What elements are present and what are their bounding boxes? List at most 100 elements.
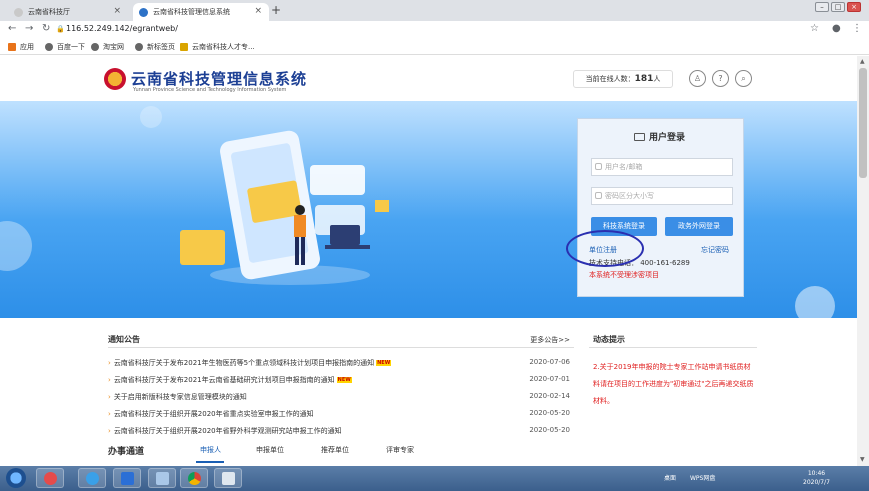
minimize-button[interactable]: – bbox=[815, 2, 829, 12]
bookmark-star-icon[interactable]: ☆ bbox=[810, 23, 819, 34]
taskbar-app[interactable] bbox=[36, 468, 64, 488]
dynamic-tips-title: 动态提示 bbox=[593, 335, 625, 344]
taskbar-app[interactable] bbox=[148, 468, 176, 488]
notice-date: 2020-07-01 bbox=[529, 375, 570, 383]
new-badge: NEW bbox=[376, 360, 392, 366]
emblem-logo bbox=[104, 68, 126, 90]
dynamic-tips-text[interactable]: 2.关于2019年申报的院士专家工作站申请书纸质材料请在项目的工作进度为"初审通… bbox=[593, 359, 755, 410]
help-icon[interactable]: ? bbox=[712, 70, 729, 87]
browser-tab-bar: 云南省科技厅 × 云南省科技管理信息系统 × + – □ × bbox=[0, 0, 869, 21]
tab-review-expert[interactable]: 评审专家 bbox=[386, 445, 414, 455]
site-favicon-icon bbox=[14, 7, 23, 17]
notice-date: 2020-05-20 bbox=[529, 409, 570, 417]
online-label: 当前在线人数： bbox=[585, 75, 635, 83]
new-badge: NEW bbox=[336, 377, 352, 383]
online-count-box: 当前在线人数：181人 bbox=[573, 70, 673, 88]
notice-text: 云南省科技厅关于发布2021年生物医药等5个重点领域科技计划项目申报指南的通知 bbox=[113, 359, 375, 367]
taskbar-app[interactable] bbox=[113, 468, 141, 488]
online-unit: 人 bbox=[653, 75, 661, 83]
browser-tab-2[interactable]: 云南省科技管理信息系统 × bbox=[133, 3, 269, 21]
tab-recommending-unit[interactable]: 推荐单位 bbox=[321, 445, 349, 455]
taskbar-app[interactable] bbox=[78, 468, 106, 488]
login-title-text: 用户登录 bbox=[649, 133, 686, 143]
close-window-button[interactable]: × bbox=[847, 2, 861, 12]
bookmark-taobao[interactable]: 淘宝网 bbox=[91, 42, 124, 52]
gov-login-button[interactable]: 政务外网登录 bbox=[665, 217, 733, 236]
notice-row[interactable]: › 云南省科技厅关于组织开展2020年省重点实验室申报工作的通知 2020-05-… bbox=[108, 409, 574, 424]
tab-label: 云南省科技管理信息系统 bbox=[153, 8, 230, 16]
apps-grid-icon bbox=[8, 43, 16, 51]
bullet-arrow-icon: › bbox=[108, 376, 111, 384]
notice-row[interactable]: › 关于启用新版科技专家信息管理模块的通知 2020-02-14 bbox=[108, 392, 574, 407]
account-icon[interactable]: ● bbox=[832, 23, 841, 34]
bullet-arrow-icon: › bbox=[108, 359, 111, 367]
close-tab-icon[interactable]: × bbox=[254, 6, 262, 16]
vertical-scrollbar[interactable]: ▲ ▼ bbox=[857, 56, 869, 466]
taskbar-app[interactable] bbox=[214, 468, 242, 488]
decor-circle bbox=[140, 106, 162, 128]
notice-row[interactable]: › 云南省科技厅关于发布2021年云南省基础研究计划项目申报指南的通知 NEW 20… bbox=[108, 375, 574, 390]
more-notices-link[interactable]: 更多公告>> bbox=[530, 335, 570, 345]
bookmark-apps[interactable]: 应用 bbox=[8, 42, 34, 52]
tab-applying-unit[interactable]: 申报单位 bbox=[256, 445, 284, 455]
login-title: 用户登录 bbox=[634, 130, 685, 143]
decor-circle bbox=[795, 286, 835, 318]
reload-icon[interactable]: ↻ bbox=[42, 23, 50, 34]
password-input[interactable]: 密码区分大小写 bbox=[591, 187, 733, 205]
lock-icon: 🔒 bbox=[56, 25, 65, 33]
ie-icon bbox=[86, 472, 99, 485]
taskbar-app[interactable] bbox=[180, 468, 208, 488]
forward-arrow-icon[interactable]: → bbox=[25, 23, 33, 34]
bookmark-newtab[interactable]: 新标签页 bbox=[135, 42, 175, 52]
globe-icon bbox=[91, 43, 99, 51]
paint-icon bbox=[222, 472, 235, 485]
site-subtitle: Yunnan Province Science and Technology I… bbox=[133, 87, 287, 93]
close-tab-icon[interactable]: × bbox=[113, 6, 121, 16]
tab-label: 云南省科技厅 bbox=[28, 8, 70, 16]
notice-row[interactable]: › 云南省科技厅关于发布2021年生物医药等5个重点领域科技计划项目申报指南的通知… bbox=[108, 358, 574, 373]
bookmarks-bar: 应用 百度一下 淘宝网 新标签页 云南省科技人才专... bbox=[0, 39, 869, 55]
bullet-arrow-icon: › bbox=[108, 393, 111, 401]
url-field[interactable]: 116.52.249.142/egrantweb/ bbox=[66, 24, 178, 33]
address-bar: ← → ↻ 🔒 116.52.249.142/egrantweb/ ☆ ● ⋮ bbox=[0, 21, 869, 39]
bullet-arrow-icon: › bbox=[108, 427, 111, 435]
chrome-icon bbox=[188, 472, 201, 485]
annotation-circle bbox=[566, 230, 644, 267]
wps-cloud-label[interactable]: WPS网盘 bbox=[690, 473, 715, 482]
notice-text: 云南省科技厅关于组织开展2020年省重点实验室申报工作的通知 bbox=[113, 410, 314, 418]
start-button[interactable] bbox=[6, 468, 26, 488]
notice-row[interactable]: › 云南省科技厅关于组织开展2020年省野外科学观测研究站申报工作的通知 2020… bbox=[108, 426, 574, 441]
bookmark-talent[interactable]: 云南省科技人才专... bbox=[180, 42, 255, 52]
back-arrow-icon[interactable]: ← bbox=[8, 23, 16, 34]
globe-icon bbox=[135, 43, 143, 51]
username-input[interactable]: 用户名/邮箱 bbox=[591, 158, 733, 176]
password-placeholder: 密码区分大小写 bbox=[605, 192, 654, 200]
login-panel: 用户登录 用户名/邮箱 密码区分大小写 科技系统登录 政务外网登录 单位注册 忘… bbox=[577, 118, 744, 297]
bookmark-label: 淘宝网 bbox=[103, 43, 124, 51]
scroll-down-icon[interactable]: ▼ bbox=[860, 456, 865, 463]
notice-date: 2020-07-06 bbox=[529, 358, 570, 366]
user-icon[interactable]: ♙ bbox=[689, 70, 706, 87]
search-icon[interactable]: ⌕ bbox=[735, 70, 752, 87]
new-tab-button[interactable]: + bbox=[271, 3, 281, 17]
decor-circle bbox=[0, 221, 32, 271]
online-count: 181 bbox=[634, 74, 654, 84]
menu-icon[interactable]: ⋮ bbox=[852, 23, 862, 34]
scroll-thumb[interactable] bbox=[859, 68, 867, 178]
bullet-arrow-icon: › bbox=[108, 410, 111, 418]
system-clock[interactable]: 10:46 2020/7/7 bbox=[803, 469, 830, 487]
site-title: 云南省科技管理信息系统 bbox=[131, 70, 308, 88]
lock-icon bbox=[595, 192, 602, 199]
bookmark-baidu[interactable]: 百度一下 bbox=[45, 42, 85, 52]
scroll-up-icon[interactable]: ▲ bbox=[860, 58, 865, 65]
app-flower-icon bbox=[44, 472, 57, 485]
clock-time: 10:46 bbox=[807, 470, 826, 477]
desktop-label[interactable]: 桌面 bbox=[664, 473, 676, 482]
browser-tab-1[interactable]: 云南省科技厅 × bbox=[8, 3, 128, 21]
tab-applicant[interactable]: 申报人 bbox=[200, 445, 221, 455]
service-channel: 办事通道 申报人 申报单位 推荐单位 评审专家 bbox=[108, 440, 757, 465]
forgot-password-link[interactable]: 忘记密码 bbox=[701, 245, 729, 255]
dynamic-tips-header: 动态提示 bbox=[589, 331, 757, 348]
maximize-button[interactable]: □ bbox=[831, 2, 845, 12]
notice-date: 2020-02-14 bbox=[529, 392, 570, 400]
